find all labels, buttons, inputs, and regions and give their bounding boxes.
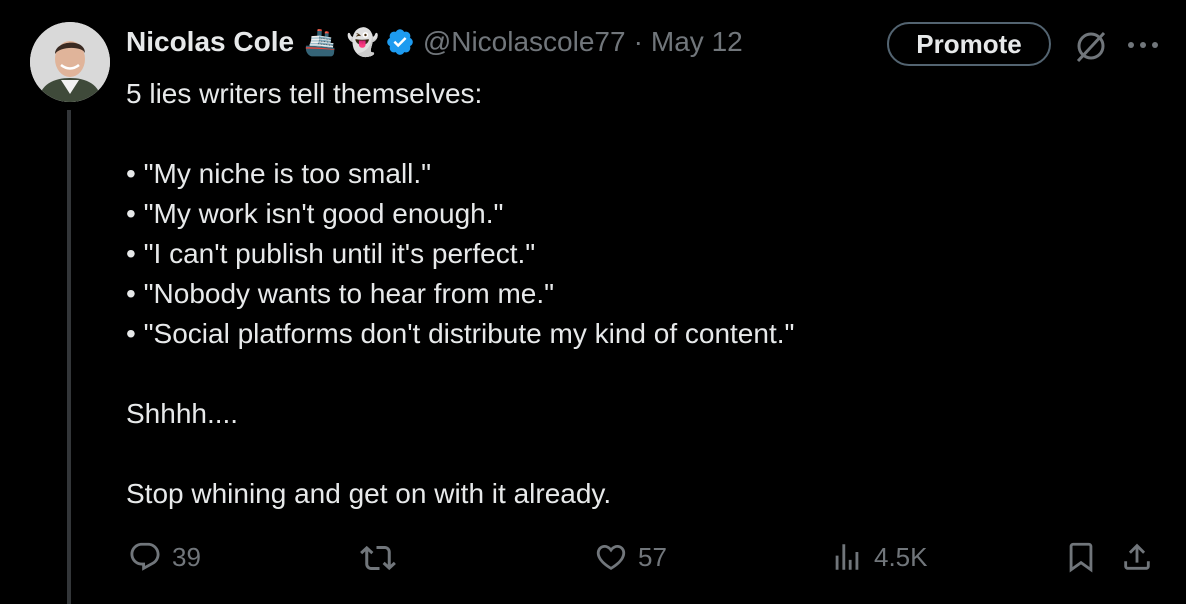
author-handle[interactable]: @Nicolascole77 bbox=[423, 26, 626, 58]
more-icon[interactable] bbox=[1126, 30, 1160, 65]
like-count: 57 bbox=[638, 541, 667, 572]
avatar-photo bbox=[30, 22, 110, 102]
share-icon bbox=[1124, 543, 1150, 570]
share-button[interactable] bbox=[1120, 540, 1154, 574]
tweet-line: Shhhh.... bbox=[126, 398, 239, 429]
reply-count: 39 bbox=[172, 541, 201, 572]
verified-badge-icon[interactable] bbox=[385, 27, 415, 57]
view-count: 4.5K bbox=[874, 541, 928, 572]
tweet-header: Nicolas Cole 🚢 👻 @Nicolascole77 · May 12 bbox=[126, 22, 743, 62]
ghost-emoji: 👻 bbox=[346, 27, 379, 57]
author-name[interactable]: Nicolas Cole bbox=[126, 26, 294, 58]
tweet-actions: 39 57 4.5K bbox=[0, 536, 1186, 580]
like-button[interactable]: 57 bbox=[594, 540, 667, 574]
avatar[interactable] bbox=[30, 22, 110, 102]
views-button[interactable]: 4.5K bbox=[830, 540, 928, 574]
reply-button[interactable]: 39 bbox=[128, 540, 201, 574]
tweet-line: Stop whining and get on with it already. bbox=[126, 478, 612, 509]
bookmark-button[interactable] bbox=[1064, 540, 1098, 574]
tweet-line: • "Social platforms don't distribute my … bbox=[126, 318, 795, 349]
tweet-line: • "My niche is too small." bbox=[126, 158, 432, 189]
tweet-line: 5 lies writers tell themselves: bbox=[126, 78, 483, 109]
promote-button[interactable]: Promote bbox=[887, 22, 1051, 66]
retweet-icon bbox=[360, 545, 396, 571]
tweet-text: 5 lies writers tell themselves: • "My ni… bbox=[126, 74, 1126, 514]
retweet-button[interactable] bbox=[360, 540, 406, 576]
tweet-date[interactable]: May 12 bbox=[651, 26, 743, 58]
tweet-line: • "Nobody wants to hear from me." bbox=[126, 278, 555, 309]
views-chart-icon bbox=[835, 544, 859, 570]
grok-icon[interactable] bbox=[1071, 26, 1111, 71]
tweet-line: • "I can't publish until it's perfect." bbox=[126, 238, 536, 269]
bookmark-icon bbox=[1069, 542, 1093, 573]
thread-line bbox=[67, 110, 71, 604]
heart-icon bbox=[596, 544, 626, 570]
reply-icon bbox=[130, 542, 160, 571]
separator-dot: · bbox=[633, 26, 643, 57]
ship-emoji: 🚢 bbox=[304, 27, 337, 57]
tweet-line: • "My work isn't good enough." bbox=[126, 198, 504, 229]
